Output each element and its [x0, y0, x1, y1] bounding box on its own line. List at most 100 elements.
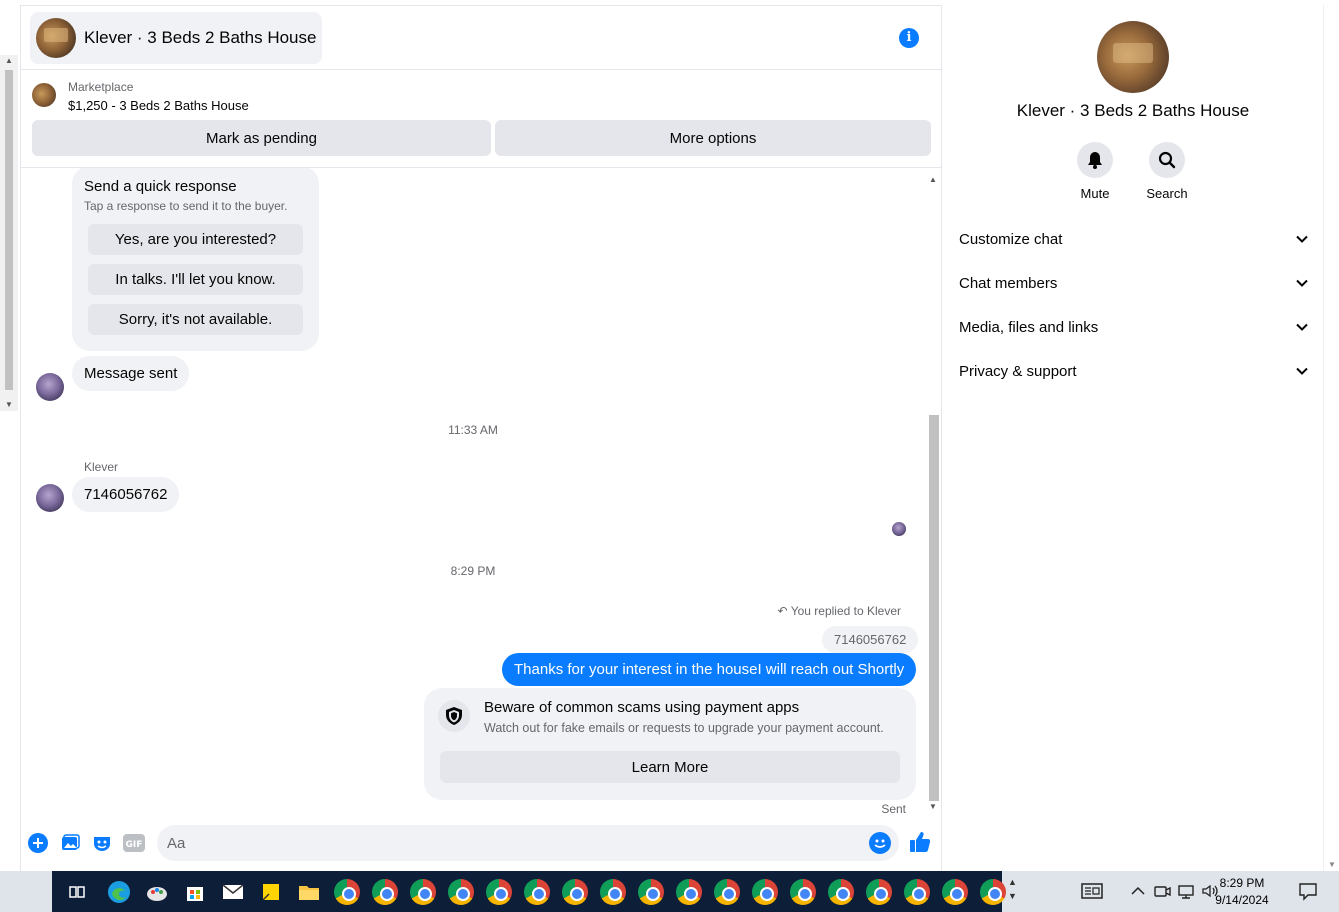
chrome-icon[interactable] [676, 879, 702, 905]
system-tray: ▲ ▼ [1008, 871, 1339, 912]
chrome-icon[interactable] [448, 879, 474, 905]
mail-icon[interactable] [220, 879, 246, 905]
composer: GIF [21, 816, 941, 872]
chevron-down-icon [1296, 279, 1308, 287]
taskbar-left [0, 871, 52, 912]
quick-response-option[interactable]: Yes, are you interested? [88, 224, 303, 255]
sticky-notes-icon[interactable] [258, 879, 284, 905]
reply-quote[interactable]: 7146056762 [822, 626, 919, 653]
quick-response-option[interactable]: In talks. I'll let you know. [88, 264, 303, 295]
chrome-icon[interactable] [866, 879, 892, 905]
reply-note: ↶ You replied to Klever [778, 604, 901, 618]
avatar[interactable] [36, 484, 64, 512]
chrome-icon[interactable] [828, 879, 854, 905]
paint-icon[interactable] [144, 879, 170, 905]
listing-price-title[interactable]: $1,250 - 3 Beds 2 Baths House [68, 98, 249, 113]
scroll-up-arrow[interactable]: ▲ [929, 175, 937, 184]
profile-name: Klever · 3 Beds 2 Baths House [1016, 101, 1250, 120]
scroll-down-arrow[interactable]: ▼ [1328, 860, 1336, 869]
section-label: Privacy & support [959, 362, 1077, 380]
notification-icon[interactable] [1296, 879, 1322, 905]
learn-more-button[interactable]: Learn More [440, 751, 900, 783]
chrome-icon[interactable] [562, 879, 588, 905]
sender-name: Klever [84, 460, 119, 474]
chrome-icon[interactable] [334, 879, 360, 905]
chrome-icon[interactable] [980, 879, 1006, 905]
search-icon[interactable] [1149, 142, 1185, 178]
message-input[interactable] [167, 825, 857, 861]
scroll-up-arrow[interactable]: ▲ [5, 57, 13, 65]
section-chat-members[interactable]: Chat members [959, 268, 1309, 298]
listing-banner: Marketplace $1,250 - 3 Beds 2 Baths Hous… [21, 70, 941, 168]
message-status: Sent [881, 802, 906, 816]
chrome-icon[interactable] [714, 879, 740, 905]
chrome-icon[interactable] [790, 879, 816, 905]
page-scroll-thumb[interactable] [5, 70, 13, 390]
section-label: Media, files and links [959, 318, 1099, 336]
chevron-down-icon [1296, 323, 1308, 331]
photo-icon[interactable] [59, 832, 81, 854]
file-explorer-icon[interactable] [296, 879, 322, 905]
mute-label: Mute [1080, 186, 1110, 201]
edge-icon[interactable] [106, 879, 132, 905]
timestamp: 8:29 PM [450, 564, 496, 578]
network-icon[interactable] [1176, 879, 1202, 905]
chat-header: Klever · 3 Beds 2 Baths House i [21, 6, 941, 70]
message-scrollbar[interactable]: ▲ ▼ [926, 173, 940, 813]
scroll-down-arrow[interactable]: ▼ [5, 401, 13, 409]
chrome-icon[interactable] [638, 879, 664, 905]
clock-time: 8:29 PM [1219, 876, 1265, 890]
listing-thumbnail[interactable] [32, 83, 56, 107]
plus-icon[interactable] [27, 832, 49, 854]
conversation-title: Klever · 3 Beds 2 Baths House [84, 28, 317, 47]
listing-avatar [36, 18, 76, 58]
message-list: Send a quick response Tap a response to … [21, 168, 941, 816]
scam-warning-subtitle: Watch out for fake emails or requests to… [484, 721, 884, 735]
quick-response-option[interactable]: Sorry, it's not available. [88, 304, 303, 335]
chrome-icon[interactable] [524, 879, 550, 905]
section-label: Chat members [959, 274, 1058, 292]
more-options-button[interactable]: More options [495, 120, 931, 156]
message-scroll-thumb[interactable] [929, 415, 939, 801]
chevron-up-icon[interactable] [1128, 879, 1154, 905]
scroll-down-arrow[interactable]: ▼ [929, 802, 937, 811]
taskbar-scroll-arrows[interactable]: ▲ ▼ [1008, 875, 1017, 903]
thumbs-up-icon[interactable] [909, 831, 931, 853]
message-bubble: 7146056762 [72, 477, 180, 512]
chrome-icon[interactable] [904, 879, 930, 905]
section-customize-chat[interactable]: Customize chat [959, 224, 1309, 254]
timestamp: 11:33 AM [448, 423, 498, 437]
listing-source: Marketplace [68, 80, 134, 94]
mute-action[interactable]: Mute [1065, 142, 1125, 201]
chrome-icon[interactable] [486, 879, 512, 905]
avatar[interactable] [36, 373, 64, 401]
chrome-icon[interactable] [372, 879, 398, 905]
section-media-files-links[interactable]: Media, files and links [959, 312, 1309, 342]
section-privacy-support[interactable]: Privacy & support [959, 356, 1309, 386]
message-input-box[interactable] [157, 825, 899, 861]
profile-avatar[interactable] [1097, 21, 1169, 93]
mark-as-pending-button[interactable]: Mark as pending [32, 120, 491, 156]
news-icon[interactable] [1080, 879, 1106, 905]
chrome-icon[interactable] [600, 879, 626, 905]
page-scrollbar[interactable]: ▲ ▼ [0, 55, 18, 411]
chrome-icon[interactable] [942, 879, 968, 905]
scam-warning-card: Beware of common scams using payment app… [424, 688, 916, 800]
emoji-icon[interactable] [869, 832, 891, 854]
taskbar-clock[interactable]: 8:29 PM 9/14/2024 [1210, 875, 1274, 909]
bell-icon[interactable] [1077, 142, 1113, 178]
sticker-icon[interactable] [91, 832, 113, 854]
window-scrollbar[interactable]: ▼ [1323, 5, 1339, 871]
chevron-down-icon [1296, 235, 1308, 243]
conversation-title-button[interactable]: Klever · 3 Beds 2 Baths House [30, 12, 323, 64]
chrome-icon[interactable] [410, 879, 436, 905]
scam-warning-title: Beware of common scams using payment app… [484, 699, 800, 716]
store-icon[interactable] [182, 879, 208, 905]
search-action[interactable]: Search [1137, 142, 1197, 201]
chrome-icon[interactable] [752, 879, 778, 905]
meet-now-icon[interactable] [1152, 879, 1178, 905]
conversation-info-pane: Klever · 3 Beds 2 Baths House Mute Searc… [943, 5, 1323, 871]
task-view-icon[interactable] [64, 879, 90, 905]
gif-icon[interactable]: GIF [123, 832, 145, 854]
info-icon[interactable]: i [899, 28, 919, 48]
